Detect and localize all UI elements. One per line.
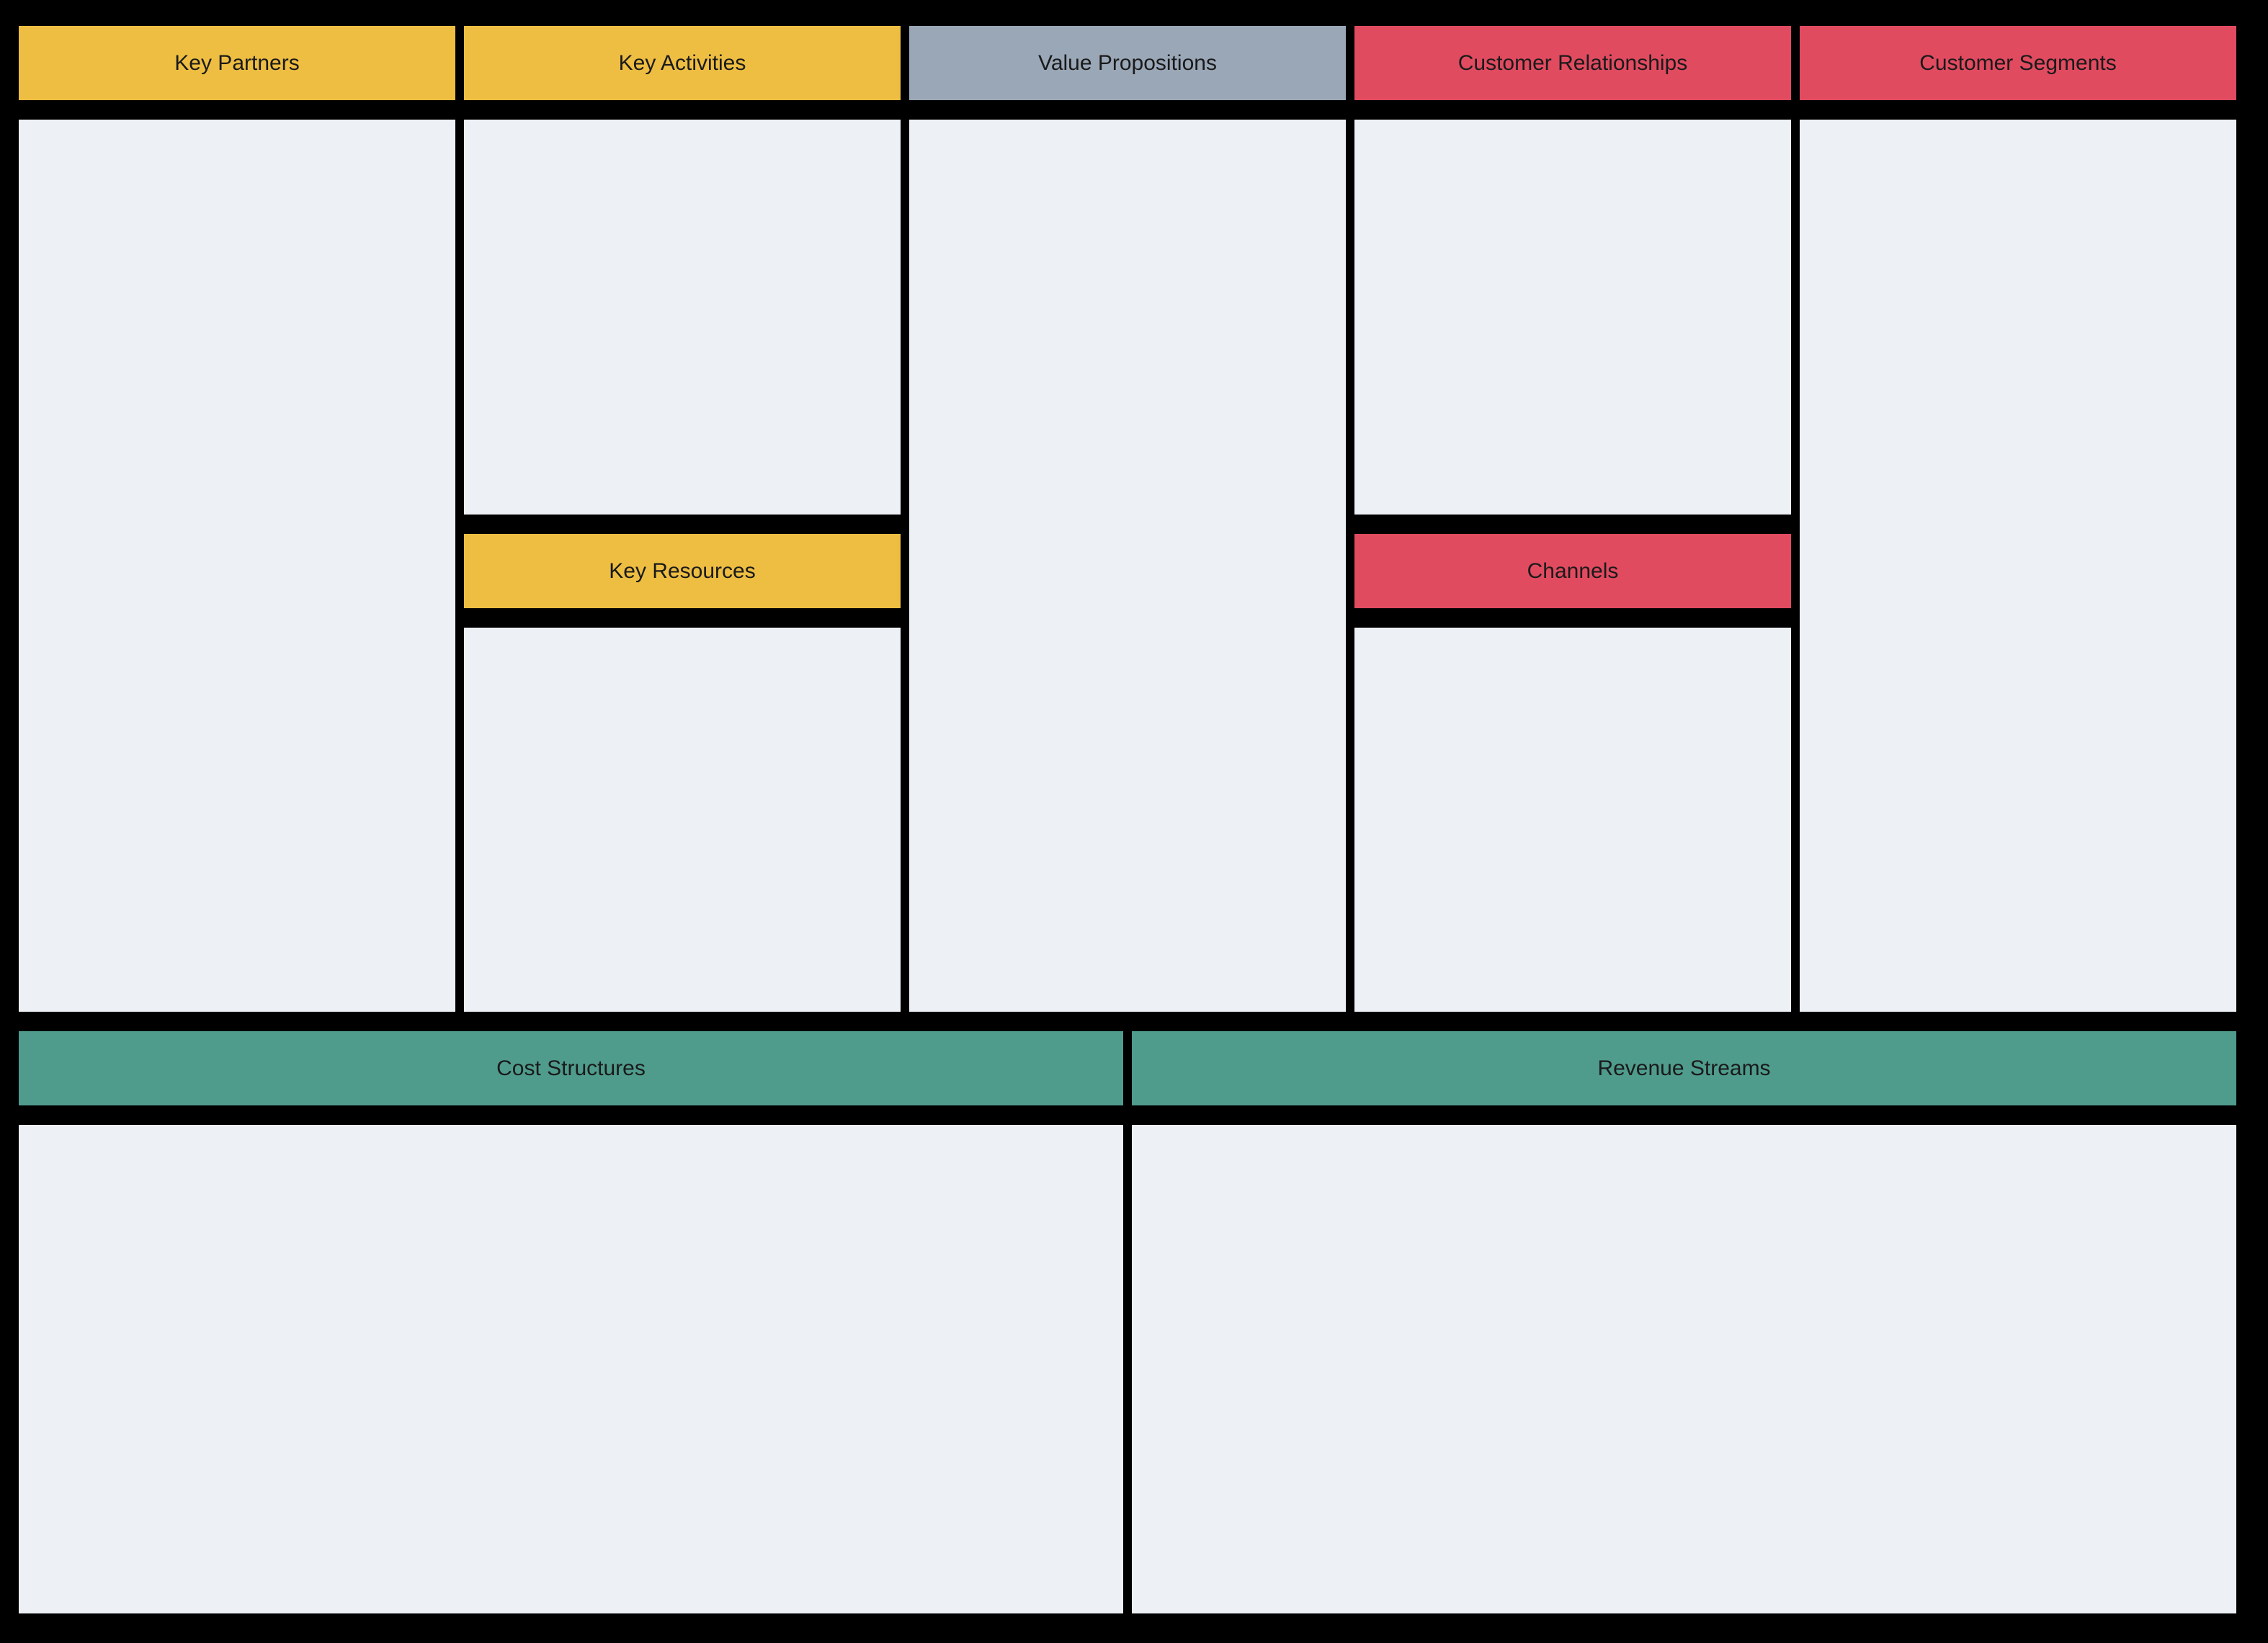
body-channels[interactable] [1350,623,1795,1016]
body-value-propositions[interactable] [905,115,1350,1016]
header-key-activities: Key Activities [460,22,905,104]
body-key-partners[interactable] [14,115,460,1016]
body-key-resources[interactable] [460,623,905,1016]
header-key-resources: Key Resources [460,530,905,613]
body-customer-segments[interactable] [1795,115,2241,1016]
header-revenue-streams: Revenue Streams [1128,1027,2241,1110]
header-cost-structures: Cost Structures [14,1027,1128,1110]
body-customer-relationships[interactable] [1350,115,1795,519]
body-key-activities[interactable] [460,115,905,519]
business-model-canvas: Key Partners Key Activities Value Propos… [0,0,2268,1643]
header-key-partners: Key Partners [14,22,460,104]
header-customer-segments: Customer Segments [1795,22,2241,104]
header-customer-relationships: Customer Relationships [1350,22,1795,104]
header-channels: Channels [1350,530,1795,613]
body-revenue-streams[interactable] [1128,1121,2241,1618]
body-cost-structures[interactable] [14,1121,1128,1618]
header-value-propositions: Value Propositions [905,22,1350,104]
